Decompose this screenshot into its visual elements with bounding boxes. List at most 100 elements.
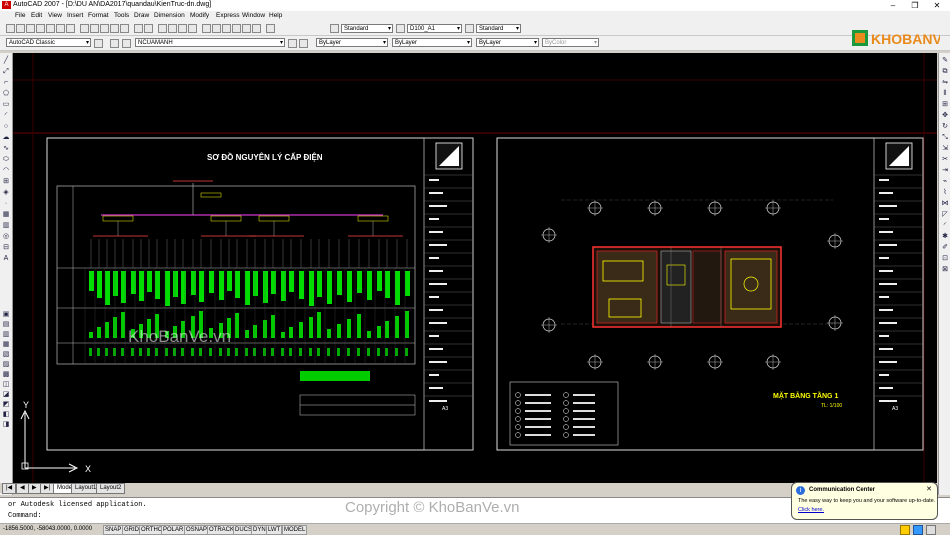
layer-select[interactable]: NCUAMANH (135, 38, 285, 47)
menu-file[interactable]: File (15, 12, 25, 19)
break-icon[interactable]: ⌇ (941, 189, 949, 196)
open-icon[interactable] (16, 24, 25, 33)
layer-manager-icon[interactable] (110, 39, 119, 48)
rotate-icon[interactable]: ↻ (941, 123, 949, 130)
help-icon[interactable] (266, 24, 275, 33)
table-style-icon[interactable] (465, 24, 474, 33)
balloon-link[interactable]: Click here. (798, 507, 824, 513)
lineweight-select[interactable]: ByLayer (476, 38, 539, 47)
sheet-set-icon[interactable] (232, 24, 241, 33)
undo-icon[interactable] (134, 24, 143, 33)
layer-tools-icon[interactable]: ⊡ (941, 255, 949, 262)
redo-icon[interactable] (144, 24, 153, 33)
snap-endpoint-icon[interactable]: ◩ (2, 401, 10, 408)
cut-icon[interactable] (80, 24, 89, 33)
zoom-realtime-icon[interactable] (168, 24, 177, 33)
pan-icon[interactable] (158, 24, 167, 33)
ellipse-icon[interactable]: ⬭ (2, 156, 10, 163)
color-select[interactable]: ByLayer (316, 38, 388, 47)
tab-first-icon[interactable]: |◀ (2, 483, 17, 494)
mass-properties-icon[interactable]: ▦ (2, 341, 10, 348)
ellipse-arc-icon[interactable]: ◠ (2, 167, 10, 174)
arc-icon[interactable]: ◜ (2, 112, 10, 119)
dim-style-icon[interactable] (396, 24, 405, 33)
polygon-icon[interactable]: ⬠ (2, 90, 10, 97)
mirror-icon[interactable]: ⇋ (941, 79, 949, 86)
plot-icon[interactable] (36, 24, 45, 33)
insert-block-icon[interactable]: ⊞ (2, 178, 10, 185)
scale-icon[interactable]: ⤡ (941, 134, 949, 141)
tab-prev-icon[interactable]: ◀ (16, 483, 29, 494)
fillet-icon[interactable]: ◜ (941, 222, 949, 229)
snap-center-icon[interactable]: ◨ (2, 421, 10, 428)
menu-tools[interactable]: Tools (114, 12, 129, 19)
inquiry-icon[interactable]: ▣ (2, 311, 10, 318)
stretch-icon[interactable]: ⇲ (941, 145, 949, 152)
menu-express[interactable]: Express (216, 12, 239, 19)
gradient-icon[interactable]: ▥ (2, 222, 10, 229)
menu-view[interactable]: View (48, 12, 62, 19)
chamfer-icon[interactable]: ◸ (941, 211, 949, 218)
spline-icon[interactable]: ∿ (2, 145, 10, 152)
properties-icon[interactable] (202, 24, 211, 33)
trim-icon[interactable]: ✂ (941, 156, 949, 163)
block-editor-icon[interactable] (120, 24, 129, 33)
hatch-icon[interactable]: ▦ (2, 211, 10, 218)
edit-polyline-icon[interactable]: ✐ (941, 244, 949, 251)
menu-modify[interactable]: Modify (190, 12, 209, 19)
copy-object-icon[interactable]: ⧉ (941, 68, 949, 75)
array-icon[interactable]: ⊞ (941, 101, 949, 108)
text-style-icon[interactable] (330, 24, 339, 33)
menu-dimension[interactable]: Dimension (154, 12, 185, 19)
point-icon[interactable]: · (2, 200, 10, 207)
text-tools-icon[interactable]: ⊠ (941, 266, 949, 273)
make-block-icon[interactable]: ◈ (2, 189, 10, 196)
3d-dwf-icon[interactable] (66, 24, 75, 33)
dist-icon[interactable]: ▩ (2, 371, 10, 378)
close-button[interactable]: ✕ (926, 0, 948, 11)
model-space-canvas[interactable]: SƠ ĐỒ NGUYÊN LÝ CẤP ĐIỆN A3 MẶT BẰNG TẦN… (13, 53, 937, 483)
table-style-select[interactable]: Standard (476, 24, 521, 33)
join-icon[interactable]: ⋈ (941, 200, 949, 207)
dim-style-select[interactable]: D100_A1 (407, 24, 462, 33)
publish-icon[interactable] (56, 24, 65, 33)
zoom-window-icon[interactable] (178, 24, 187, 33)
table-icon[interactable]: ⊟ (2, 244, 10, 251)
autocad-app-icon[interactable]: A (2, 1, 11, 9)
menu-help[interactable]: Help (269, 12, 282, 19)
area-icon[interactable]: ▥ (2, 331, 10, 338)
extend-icon[interactable]: ⇥ (941, 167, 949, 174)
balloon-close-icon[interactable]: ✕ (925, 486, 933, 494)
object-snap-icon[interactable]: ◪ (2, 391, 10, 398)
command-prompt[interactable]: Command: (8, 512, 42, 520)
region-icon[interactable]: ◎ (2, 233, 10, 240)
construction-line-icon[interactable]: ⤢ (2, 68, 10, 75)
list-icon[interactable]: ▧ (2, 351, 10, 358)
break-at-point-icon[interactable]: ⌁ (941, 178, 949, 185)
multiline-text-icon[interactable]: A (2, 255, 10, 262)
maximize-button[interactable]: ❐ (904, 0, 926, 11)
tab-layout2[interactable]: Layout2 (96, 483, 126, 494)
text-style-select[interactable]: Standard (341, 24, 393, 33)
erase-icon[interactable]: ✎ (941, 57, 949, 64)
revision-cloud-icon[interactable]: ☁ (2, 134, 10, 141)
save-icon[interactable] (26, 24, 35, 33)
workspace-select[interactable]: AutoCAD Classic (6, 38, 91, 47)
circle-icon[interactable]: ○ (2, 123, 10, 130)
minimize-button[interactable]: – (882, 0, 904, 11)
new-icon[interactable] (6, 24, 15, 33)
plot-preview-icon[interactable] (46, 24, 55, 33)
tool-palettes-icon[interactable] (222, 24, 231, 33)
make-object-layer-current-icon[interactable] (288, 39, 297, 48)
locate-point-icon[interactable]: ▨ (2, 361, 10, 368)
explode-icon[interactable]: ✱ (941, 233, 949, 240)
distance-icon[interactable]: ▤ (2, 321, 10, 328)
workspace-settings-icon[interactable] (94, 39, 103, 48)
move-icon[interactable]: ✥ (941, 112, 949, 119)
tab-next-icon[interactable]: ▶ (28, 483, 41, 494)
zoom-previous-icon[interactable] (188, 24, 197, 33)
design-center-icon[interactable] (212, 24, 221, 33)
quickcalc-icon[interactable] (252, 24, 261, 33)
rectangle-icon[interactable]: ▭ (2, 101, 10, 108)
menu-window[interactable]: Window (242, 12, 265, 19)
